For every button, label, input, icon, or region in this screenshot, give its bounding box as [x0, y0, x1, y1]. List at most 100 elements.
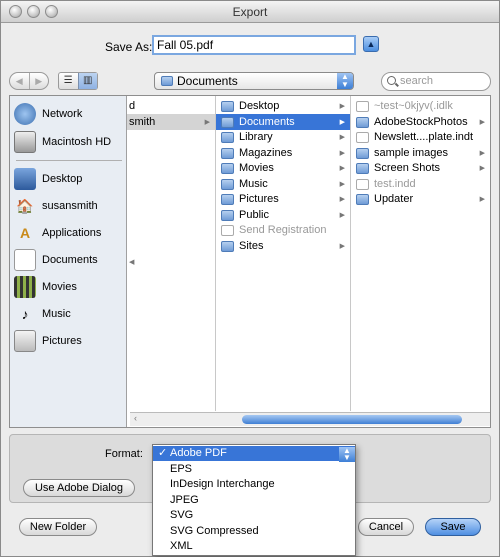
list-item[interactable]: ~test~0kjyv(.idlk — [351, 98, 490, 114]
list-item-label: smith — [129, 116, 156, 128]
sidebar-item-label: Applications — [42, 227, 102, 239]
list-item-label: AdobeStockPhotos — [374, 116, 468, 128]
sidebar-item-susansmith[interactable]: 🏠 susansmith — [14, 193, 98, 219]
sidebar-item-music[interactable]: ♪ Music — [14, 301, 71, 327]
list-item-label: Movies — [239, 162, 274, 174]
save-as-field[interactable] — [152, 35, 356, 55]
popup-arrows-icon: ▲ ▼ — [337, 73, 353, 89]
list-item[interactable]: sample images ▶ — [351, 145, 490, 161]
folder-icon — [221, 100, 234, 112]
expand-dialog-button[interactable]: ▲ — [363, 36, 379, 52]
format-option-svg-compressed[interactable]: SVG Compressed — [153, 524, 355, 539]
chevron-right-icon: ▶ — [339, 119, 345, 126]
list-item[interactable]: test.indd — [351, 176, 490, 192]
folder-icon — [221, 193, 234, 205]
save-button[interactable]: Save — [425, 518, 481, 536]
list-item-label: Updater — [374, 193, 414, 205]
list-item[interactable]: Pictures ▶ — [216, 191, 350, 207]
chevron-right-icon: ▶ — [339, 212, 345, 219]
sidebar-item-label: Desktop — [42, 173, 83, 185]
music-icon: ♪ — [21, 306, 29, 322]
folder-icon — [221, 162, 234, 174]
format-option-svg[interactable]: SVG — [153, 508, 355, 523]
chevron-right-icon: ▶ — [339, 165, 345, 172]
scroll-left-icon[interactable]: ◀ — [129, 258, 134, 266]
folder-icon — [221, 240, 234, 252]
sidebar-item-documents[interactable]: Documents — [14, 247, 98, 273]
list-item-label: sample images — [374, 147, 448, 159]
sidebar-item-label: Network — [42, 108, 83, 120]
chevron-right-icon: ▶ — [479, 119, 485, 126]
chevron-right-icon: ▶ — [479, 165, 485, 172]
format-option-adobe-pdf[interactable]: ✓ Adobe PDF ▲ ▼ — [153, 446, 355, 462]
list-item[interactable]: Updater ▶ — [351, 191, 490, 207]
cancel-button[interactable]: Cancel — [358, 518, 414, 536]
disclosure-triangle-icon: ▲ — [366, 39, 376, 49]
list-item[interactable]: Magazines ▶ — [216, 145, 350, 161]
list-item-label: Desktop — [239, 100, 280, 112]
location-popup[interactable]: Documents ▲ ▼ — [154, 72, 354, 90]
save-as-label: Save As: — [105, 40, 153, 54]
list-item[interactable]: Movies ▶ — [216, 160, 350, 176]
file-browser: Network Macintosh HD Desktop 🏠 susansmit… — [9, 95, 491, 428]
format-option-indesign-interchange[interactable]: InDesign Interchange — [153, 477, 355, 492]
list-item-label: test.indd — [374, 178, 416, 190]
popup-arrows-icon: ▲ ▼ — [339, 447, 355, 462]
scroll-left-icon[interactable]: ‹ — [134, 413, 137, 423]
list-item[interactable]: Screen Shots ▶ — [351, 160, 490, 176]
sidebar-item-network[interactable]: Network — [14, 101, 82, 127]
sidebar-item-label: Music — [42, 308, 71, 320]
folder-icon — [221, 209, 234, 221]
sidebar-item-label: Documents — [42, 254, 98, 266]
list-item[interactable]: Library ▶ — [216, 129, 350, 145]
document-icon — [356, 178, 369, 190]
format-option-jpeg[interactable]: JPEG — [153, 493, 355, 508]
list-item[interactable]: smith ▶ — [127, 114, 215, 130]
movies-icon — [14, 276, 36, 298]
format-option-xml[interactable]: XML — [153, 539, 355, 554]
sidebar-item-macintosh-hd[interactable]: Macintosh HD — [14, 129, 111, 155]
location-value: Documents — [177, 74, 238, 88]
export-dialog: Export Save As: ▲ ◀ ▶ ☰ ▥ Documents ▲▼ s… — [0, 0, 500, 557]
list-item[interactable]: Music ▶ — [216, 176, 350, 192]
checkmark-icon: ✓ — [158, 447, 168, 459]
list-item[interactable]: Send Registration — [216, 222, 350, 238]
list-item-label: Public — [239, 209, 269, 221]
new-folder-button[interactable]: New Folder — [19, 518, 97, 536]
list-item-label: Documents — [239, 116, 295, 128]
format-option-label: Adobe PDF — [170, 447, 227, 459]
list-item[interactable]: d — [127, 98, 215, 114]
column-view-icon[interactable]: ▥ — [77, 73, 97, 89]
home-icon: 🏠 — [16, 198, 34, 214]
forward-arrow-icon[interactable]: ▶ — [30, 73, 49, 89]
sidebar-item-applications[interactable]: A Applications — [14, 220, 101, 246]
format-menu: ✓ Adobe PDF ▲ ▼ EPS InDesign Interchange … — [152, 444, 356, 556]
sidebar-item-label: susansmith — [42, 200, 98, 212]
list-item[interactable]: Public ▶ — [216, 207, 350, 223]
format-option-eps[interactable]: EPS — [153, 462, 355, 477]
search-field[interactable]: search — [381, 72, 491, 91]
sidebar-item-pictures[interactable]: Pictures — [14, 328, 82, 354]
title-bar: Export — [1, 1, 499, 23]
sidebar-item-desktop[interactable]: Desktop — [14, 166, 82, 192]
horizontal-scrollbar[interactable]: ‹ — [130, 412, 490, 426]
chevron-right-icon: ▶ — [339, 103, 345, 110]
use-adobe-dialog-button[interactable]: Use Adobe Dialog — [23, 479, 135, 497]
chevron-right-icon: ▶ — [479, 196, 485, 203]
list-item[interactable]: Sites ▶ — [216, 238, 350, 254]
list-item[interactable]: Desktop ▶ — [216, 98, 350, 114]
list-item-label: Music — [239, 178, 268, 190]
list-item[interactable]: Newslett....plate.indt — [351, 129, 490, 145]
chevron-right-icon: ▶ — [339, 181, 345, 188]
list-item[interactable]: Documents ▶ — [216, 114, 350, 130]
globe-icon — [14, 103, 36, 125]
sidebar-item-movies[interactable]: Movies — [14, 274, 77, 300]
folder-icon — [221, 131, 234, 143]
list-item-label: Magazines — [239, 147, 293, 159]
chevron-right-icon: ▶ — [339, 196, 345, 203]
scrollbar-thumb[interactable] — [242, 415, 462, 424]
back-arrow-icon[interactable]: ◀ — [10, 73, 30, 89]
list-item[interactable]: AdobeStockPhotos ▶ — [351, 114, 490, 130]
list-item-label: Newslett....plate.indt — [374, 131, 474, 143]
list-view-icon[interactable]: ☰ — [59, 73, 78, 89]
